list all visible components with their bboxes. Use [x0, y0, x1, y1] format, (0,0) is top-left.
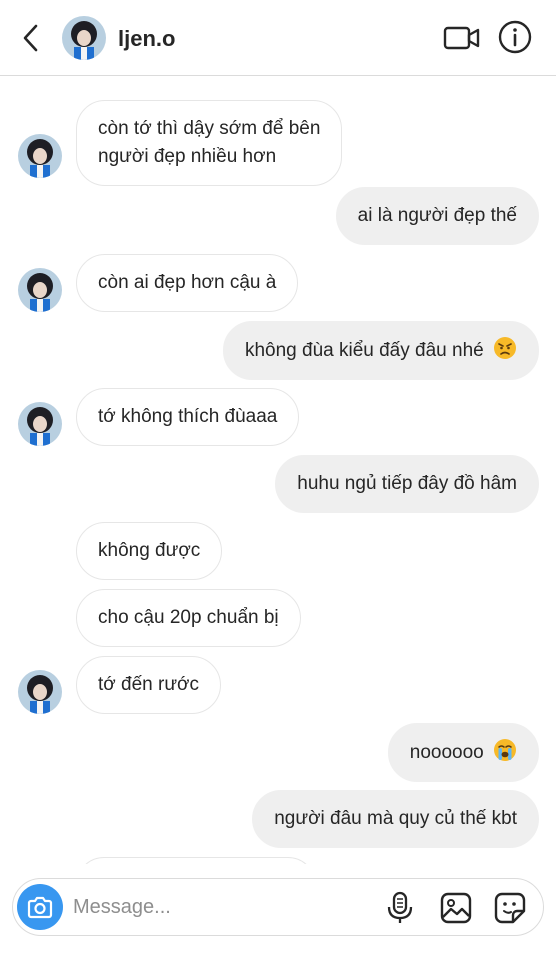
message-outgoing[interactable]: ai là người đẹp thế [335, 187, 539, 245]
message-incoming[interactable]: còn ai đẹp hơn cậu à [76, 254, 299, 312]
gallery-icon[interactable] [439, 891, 473, 925]
video-camera-icon[interactable] [442, 22, 482, 54]
message-incoming-partial[interactable] [76, 857, 316, 864]
avatar[interactable] [18, 268, 62, 312]
avatar[interactable] [18, 402, 62, 446]
sticker-icon[interactable] [493, 891, 527, 925]
camera-icon [27, 896, 53, 919]
message-composer[interactable] [12, 878, 544, 936]
message-incoming[interactable]: còn tớ thì dậy sớm để bên người đẹp nhiề… [76, 100, 343, 186]
angry-face-icon [494, 337, 516, 359]
info-icon[interactable] [496, 18, 534, 56]
message-outgoing[interactable]: không đùa kiểu đấy đâu nhé [222, 321, 539, 380]
message-input[interactable] [73, 891, 323, 923]
avatar[interactable] [18, 134, 62, 178]
message-incoming[interactable]: cho cậu 20p chuẩn bị [76, 589, 301, 647]
chat-header: ljen.o [0, 0, 556, 76]
microphone-icon[interactable] [385, 891, 415, 925]
crying-face-icon [494, 739, 516, 761]
avatar[interactable] [18, 670, 62, 714]
message-outgoing[interactable]: người đâu mà quy củ thế kbt [252, 790, 539, 848]
message-outgoing[interactable]: huhu ngủ tiếp đây đồ hâm [275, 455, 539, 513]
message-incoming[interactable]: tớ đến rước [76, 656, 222, 714]
message-outgoing[interactable]: noooooo [387, 723, 539, 782]
message-thread[interactable]: còn tớ thì dậy sớm để bên người đẹp nhiề… [0, 76, 556, 864]
chevron-left-icon[interactable] [16, 20, 48, 56]
chat-username[interactable]: ljen.o [118, 26, 175, 52]
message-incoming[interactable]: không được [76, 522, 223, 580]
camera-button[interactable] [17, 884, 63, 930]
avatar[interactable] [62, 16, 106, 60]
message-incoming[interactable]: tớ không thích đùaaa [76, 388, 300, 446]
composer-bar [0, 864, 556, 960]
